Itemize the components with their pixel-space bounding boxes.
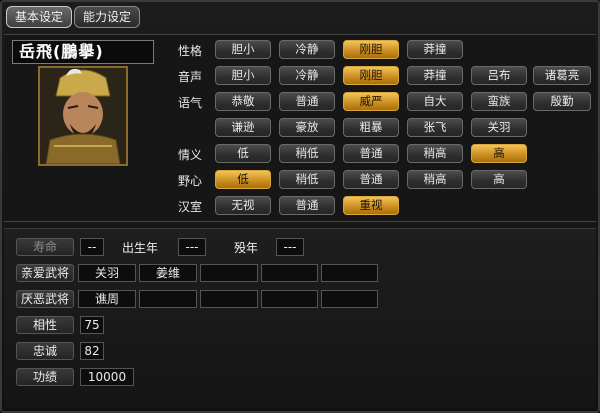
- tab-basic-settings[interactable]: 基本设定: [6, 6, 73, 28]
- ambition-option-normal[interactable]: 普通: [343, 170, 399, 189]
- personality-option-reckless[interactable]: 莽撞: [407, 40, 463, 59]
- loyalty-label: 忠诚: [16, 342, 74, 360]
- liked-officers-label: 亲爱武将: [16, 264, 74, 282]
- birth-year-label: 出生年: [122, 241, 159, 255]
- voice-option-timid[interactable]: 胆小: [215, 66, 271, 85]
- loyalty-sense-option-high[interactable]: 高: [471, 144, 527, 163]
- personality-label: 性格: [178, 44, 203, 58]
- officer-name: 岳飛(鵬擧): [12, 40, 154, 64]
- liked-officer-slot-4[interactable]: [261, 264, 318, 282]
- portrait-image: [40, 68, 126, 164]
- loyalty-sense-option-low[interactable]: 低: [215, 144, 271, 163]
- loyalty-sense-label: 情义: [178, 148, 203, 162]
- ambition-option-high[interactable]: 高: [471, 170, 527, 189]
- liked-officer-slot-1[interactable]: 关羽: [78, 264, 136, 282]
- tab-ability-settings[interactable]: 能力设定: [74, 6, 141, 28]
- voice-option-calm[interactable]: 冷静: [279, 66, 335, 85]
- death-year-value[interactable]: ---: [276, 238, 304, 256]
- loyalty-sense-option-slightly-low[interactable]: 稍低: [279, 144, 335, 163]
- voice-label: 音声: [178, 70, 203, 84]
- merit-value[interactable]: 10000: [80, 368, 134, 386]
- disliked-officer-slot-5[interactable]: [321, 290, 378, 308]
- han-dynasty-option-value[interactable]: 重视: [343, 196, 399, 215]
- affinity-label: 相性: [16, 316, 74, 334]
- voice-option-reckless[interactable]: 莽撞: [407, 66, 463, 85]
- tone-option-humble[interactable]: 谦逊: [215, 118, 271, 137]
- voice-option-brave[interactable]: 刚胆: [343, 66, 399, 85]
- tone-option-barbarian[interactable]: 蛮族: [471, 92, 527, 111]
- loyalty-sense-option-normal[interactable]: 普通: [343, 144, 399, 163]
- officer-portrait: [38, 66, 128, 166]
- merit-label: 功绩: [16, 368, 74, 386]
- disliked-officer-slot-4[interactable]: [261, 290, 318, 308]
- personality-option-calm[interactable]: 冷静: [279, 40, 335, 59]
- tone-option-respectful[interactable]: 恭敬: [215, 92, 271, 111]
- liked-officer-slot-2[interactable]: 姜维: [139, 264, 197, 282]
- tone-option-courteous[interactable]: 殷勤: [533, 92, 591, 111]
- tone-label: 语气: [178, 96, 203, 110]
- han-dynasty-label: 汉室: [178, 200, 203, 214]
- liked-officer-slot-5[interactable]: [321, 264, 378, 282]
- ambition-label: 野心: [178, 174, 203, 188]
- ambition-option-slightly-high[interactable]: 稍高: [407, 170, 463, 189]
- voice-option-lubu[interactable]: 吕布: [471, 66, 527, 85]
- death-year-label: 殁年: [234, 241, 259, 255]
- disliked-officer-slot-2[interactable]: [139, 290, 197, 308]
- ambition-option-slightly-low[interactable]: 稍低: [279, 170, 335, 189]
- han-dynasty-option-ignore[interactable]: 无视: [215, 196, 271, 215]
- voice-option-zhuge-liang[interactable]: 诸葛亮: [533, 66, 591, 85]
- lifespan-value[interactable]: --: [80, 238, 104, 256]
- tone-option-zhang-fei[interactable]: 张飞: [407, 118, 463, 137]
- tone-option-arrogant[interactable]: 自大: [407, 92, 463, 111]
- tone-option-rough[interactable]: 粗暴: [343, 118, 399, 137]
- loyalty-sense-option-slightly-high[interactable]: 稍高: [407, 144, 463, 163]
- disliked-officers-label: 厌恶武将: [16, 290, 74, 308]
- han-dynasty-option-normal[interactable]: 普通: [279, 196, 335, 215]
- disliked-officer-slot-1[interactable]: 谯周: [78, 290, 136, 308]
- birth-year-value[interactable]: ---: [178, 238, 206, 256]
- tone-option-guan-yu[interactable]: 关羽: [471, 118, 527, 137]
- ambition-option-low[interactable]: 低: [215, 170, 271, 189]
- personality-option-timid[interactable]: 胆小: [215, 40, 271, 59]
- tone-option-dignified[interactable]: 威严: [343, 92, 399, 111]
- lifespan-label: 寿命: [16, 238, 74, 256]
- affinity-value[interactable]: 75: [80, 316, 104, 334]
- disliked-officer-slot-3[interactable]: [200, 290, 258, 308]
- liked-officer-slot-3[interactable]: [200, 264, 258, 282]
- loyalty-value[interactable]: 82: [80, 342, 104, 360]
- tone-option-bold[interactable]: 豪放: [279, 118, 335, 137]
- personality-option-brave[interactable]: 刚胆: [343, 40, 399, 59]
- tone-option-normal[interactable]: 普通: [279, 92, 335, 111]
